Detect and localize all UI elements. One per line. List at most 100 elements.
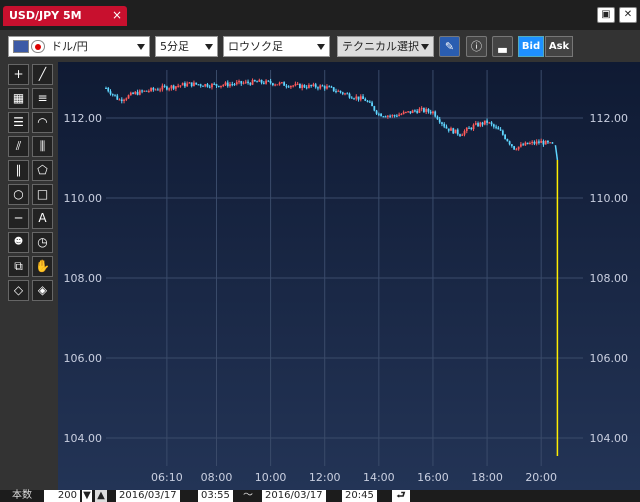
info-icon[interactable]: ⓘ <box>466 36 487 57</box>
count-dropdown-icon[interactable]: ▼ <box>82 490 92 502</box>
candle-body <box>407 111 410 113</box>
candle-body <box>418 109 421 113</box>
horizontal-lines-tool-icon[interactable]: ≡ <box>32 88 53 109</box>
candle-body <box>231 84 234 86</box>
close-window-button[interactable]: ✕ <box>619 7 637 23</box>
candle-body <box>339 90 342 93</box>
candle-body <box>382 116 385 118</box>
candle-body <box>517 146 520 150</box>
candle-body <box>159 89 162 91</box>
technical-select[interactable]: テクニカル選択 <box>337 36 434 57</box>
candle-body <box>127 95 130 99</box>
chart-style-select[interactable]: ロウソク足 <box>223 36 330 57</box>
candle-body <box>287 86 290 88</box>
currency-select[interactable]: ドル/円 <box>8 36 150 57</box>
to-date-field[interactable]: 2016/03/17 <box>262 490 326 502</box>
count-input[interactable]: 200 <box>44 490 80 502</box>
horizontal-line-tool-icon[interactable]: ─ <box>8 208 29 229</box>
candle-body <box>172 85 175 89</box>
candle-body <box>242 82 245 84</box>
ruler-tool-icon[interactable]: ▦ <box>8 88 29 109</box>
vertical-lines-tool-icon[interactable]: ⫼ <box>32 136 53 157</box>
candle-body <box>222 84 225 86</box>
rectangle-tool-icon[interactable]: □ <box>32 184 53 205</box>
candle-body <box>181 83 184 86</box>
crosshair-tool-icon[interactable]: + <box>8 64 29 85</box>
maximize-button[interactable]: ▣ <box>597 7 615 23</box>
fibonacci-arc-tool-icon[interactable]: ◠ <box>32 112 53 133</box>
x-tick-label: 16:00 <box>417 471 449 484</box>
candle-body <box>499 129 502 131</box>
candle-body <box>276 84 279 86</box>
volume-chart-icon[interactable]: ▃ <box>492 36 513 57</box>
candle-body <box>468 127 470 129</box>
candle-body <box>165 86 168 90</box>
chevron-down-icon <box>421 44 429 50</box>
chart-background <box>58 62 640 490</box>
candle-body <box>186 83 189 87</box>
fan-tool-icon[interactable]: ⫽ <box>8 136 29 157</box>
candle-body <box>404 111 407 113</box>
candle-body <box>350 97 353 99</box>
candle-body <box>138 90 141 95</box>
copy-tool-icon[interactable]: ⧉ <box>8 256 29 277</box>
interval-label: 5分足 <box>160 40 189 53</box>
bid-button[interactable]: Bid <box>518 36 544 57</box>
candle-body <box>409 111 412 114</box>
candle-body <box>190 82 193 87</box>
candle-body <box>420 108 423 110</box>
draw-pen-icon[interactable]: ✎ <box>439 36 460 57</box>
candle-body <box>299 83 301 89</box>
to-time-field[interactable]: 20:45 <box>342 490 377 502</box>
chart-tab[interactable]: USD/JPY 5M × <box>3 6 127 26</box>
close-tab-icon[interactable]: × <box>112 8 122 22</box>
candle-body <box>481 122 484 125</box>
candle-body <box>535 141 538 144</box>
alarm-tool-icon[interactable]: ◷ <box>32 232 53 253</box>
candle-body <box>271 83 274 86</box>
candle-body <box>265 80 267 84</box>
x-tick-label: 06:10 <box>151 471 183 484</box>
fibonacci-tool-icon[interactable]: ☰ <box>8 112 29 133</box>
from-time-field[interactable]: 03:55 <box>198 490 233 502</box>
scroll-up-icon[interactable]: ▲ <box>95 490 107 502</box>
apply-range-button[interactable]: ⮐ <box>392 490 410 502</box>
candle-body <box>226 82 229 87</box>
y-tick-label-right: 110.00 <box>590 192 629 205</box>
candle-body <box>501 130 504 135</box>
candle-body <box>490 122 493 125</box>
candle-body <box>332 87 335 92</box>
interval-select[interactable]: 5分足 <box>155 36 218 57</box>
candle-body <box>416 111 419 113</box>
eraser-tool-icon[interactable]: ◇ <box>8 280 29 301</box>
channel-tool-icon[interactable]: ∥ <box>8 160 29 181</box>
candle-body <box>450 128 452 131</box>
candle-body <box>111 94 114 96</box>
candle-body <box>515 149 518 151</box>
candle-body <box>314 84 317 88</box>
candle-body <box>377 113 380 115</box>
tab-title: USD/JPY 5M <box>9 9 82 22</box>
candle-body <box>202 85 204 87</box>
hand-tool-icon[interactable]: ✋ <box>32 256 53 277</box>
text-tool-icon[interactable]: A <box>32 208 53 229</box>
candle-body <box>497 127 500 130</box>
candle-body <box>224 82 227 85</box>
ask-button[interactable]: Ask <box>545 36 573 57</box>
candle-body <box>213 83 216 85</box>
candle-body <box>472 124 475 130</box>
erase-all-tool-icon[interactable]: ◈ <box>32 280 53 301</box>
candle-body <box>447 128 450 131</box>
candle-body <box>330 86 333 88</box>
circle-tool-icon[interactable]: ○ <box>8 184 29 205</box>
candle-body <box>398 114 401 117</box>
stamp-icon-tool-icon[interactable]: ☻ <box>8 232 29 253</box>
candle-body <box>170 85 173 89</box>
pentagon-tool-icon[interactable]: ⬠ <box>32 160 53 181</box>
candle-body <box>229 84 231 87</box>
candle-body <box>355 96 358 99</box>
candle-body <box>411 110 414 114</box>
trendline-tool-icon[interactable]: ╱ <box>32 64 53 85</box>
from-date-field[interactable]: 2016/03/17 <box>116 490 180 502</box>
price-chart[interactable]: 112.00 112.00 110.00 110.00 108.00 108.00 106.… <box>58 62 640 490</box>
